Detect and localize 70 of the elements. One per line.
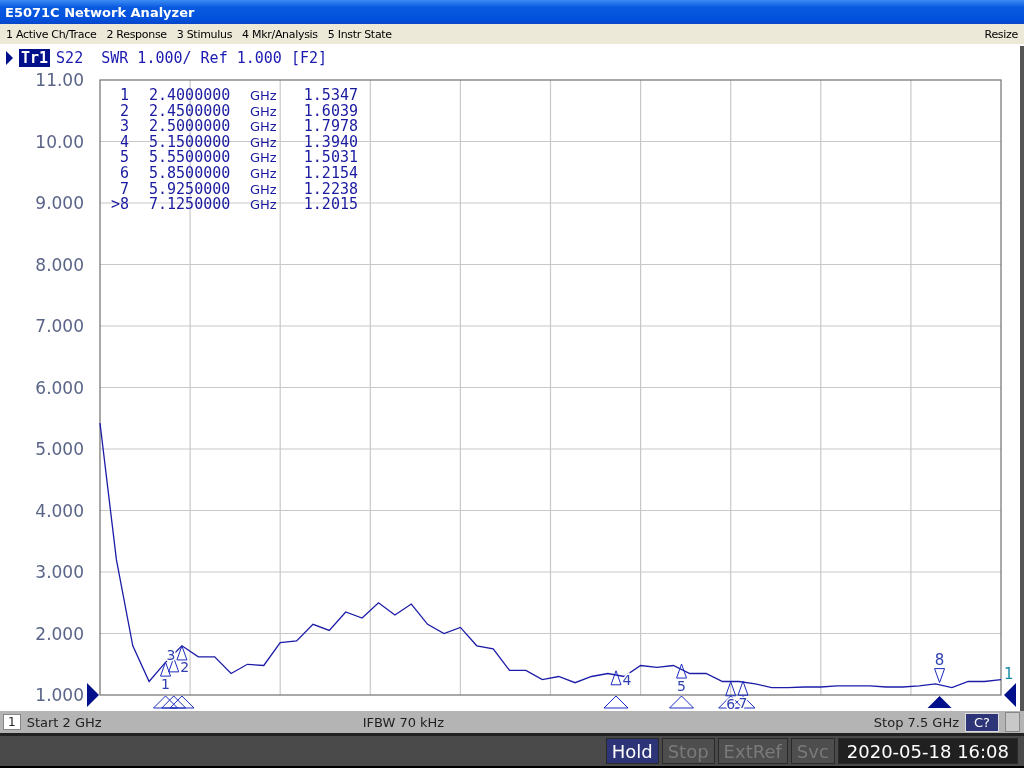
marker-label: 1 (161, 676, 170, 693)
marker-value: 1.6039 (303, 101, 358, 120)
frequency-unit: GHz (250, 166, 277, 181)
marker-frequency: 2.4500000 (149, 101, 231, 120)
stop-frequency: Stop 7.5 GHz (873, 714, 959, 730)
marker-label: 8 (934, 650, 945, 669)
marker-number: 2 (119, 101, 129, 120)
marker-number: 6 (119, 164, 129, 182)
menu-item[interactable]: 2 Response (106, 27, 167, 41)
y-axis-label: 8.000 (35, 254, 84, 275)
marker-number: >8 (110, 195, 129, 214)
menu-item[interactable]: 1 Active Ch/Trace (6, 27, 97, 41)
marker-position-icon (169, 695, 195, 709)
y-axis-label: 6.000 (35, 377, 84, 398)
marker-frequency: 2.4000000 (149, 86, 231, 104)
menu-item[interactable]: 3 Stimulus (176, 27, 233, 41)
y-axis-label: 11.00 (35, 70, 84, 90)
marker-frequency: 5.9250000 (149, 179, 231, 198)
marker-label: 4 (622, 671, 632, 688)
marker-position-icon (161, 695, 187, 709)
marker-label: 2 (180, 658, 190, 675)
marker-value: 1.2015 (303, 195, 358, 214)
frequency-unit: GHz (250, 197, 277, 213)
calibration-status: C? (965, 712, 999, 732)
trace-settings: S22 SWR 1.000/ Ref 1.000 [F2] (56, 49, 328, 67)
frequency-unit: GHz (250, 88, 277, 103)
channel-number: 1 (3, 714, 21, 730)
trace-badge[interactable]: Tr1 (19, 49, 51, 67)
window-title: E5071C Network Analyzer (5, 4, 195, 20)
y-axis-label: 2.000 (35, 623, 84, 644)
resize-button[interactable]: Resize (984, 27, 1018, 41)
start-frequency: Start 2 GHz (26, 714, 103, 730)
frequency-unit: GHz (250, 134, 277, 150)
y-axis-label: 1.000 (35, 685, 84, 705)
marker-position-icon (669, 695, 695, 709)
y-axis-label: 9.000 (35, 193, 84, 213)
frequency-unit: GHz (250, 150, 277, 166)
marker-frequency: 5.8500000 (149, 164, 231, 182)
date-time: 2020-05-18 16:08 (837, 738, 1018, 764)
marker-frequency: 5.5500000 (149, 148, 231, 167)
marker-frequency: 7.1250000 (149, 195, 231, 214)
marker-label: 7 (738, 695, 748, 710)
reference-level-icon (1004, 683, 1016, 707)
y-axis-label: 5.000 (35, 439, 84, 459)
marker-value: 1.5031 (303, 148, 358, 167)
y-axis-label: 7.000 (35, 316, 84, 336)
trace-number-label: 1 (1004, 664, 1014, 683)
marker-number: 5 (119, 148, 129, 167)
frequency-unit: GHz (250, 181, 277, 197)
marker-position-icon (927, 696, 952, 708)
marker-label: 5 (677, 678, 686, 695)
marker-position-icon (153, 695, 179, 709)
reference-level-icon (87, 683, 99, 707)
y-axis-label: 4.000 (35, 500, 84, 521)
status-indicator: Hold (605, 738, 659, 764)
marker-number: 1 (119, 86, 129, 104)
menu-item[interactable]: 5 Instr State (327, 27, 392, 41)
frequency-unit: GHz (250, 103, 277, 119)
status-indicator (1005, 712, 1020, 732)
menu-item[interactable]: 4 Mkr/Analysis (242, 27, 318, 41)
marker-position-icon (603, 695, 629, 709)
y-axis-label: 10.00 (35, 131, 84, 152)
marker-number: 7 (119, 179, 129, 198)
y-axis-label: 3.000 (35, 562, 84, 582)
active-trace-icon (6, 51, 13, 65)
marker-value: 1.2238 (303, 179, 358, 198)
marker-value: 1.5347 (303, 86, 358, 104)
marker-value: 1.2154 (303, 164, 358, 182)
frequency-unit: GHz (250, 119, 277, 135)
ifbw-label: IFBW 70 kHz (362, 714, 445, 730)
